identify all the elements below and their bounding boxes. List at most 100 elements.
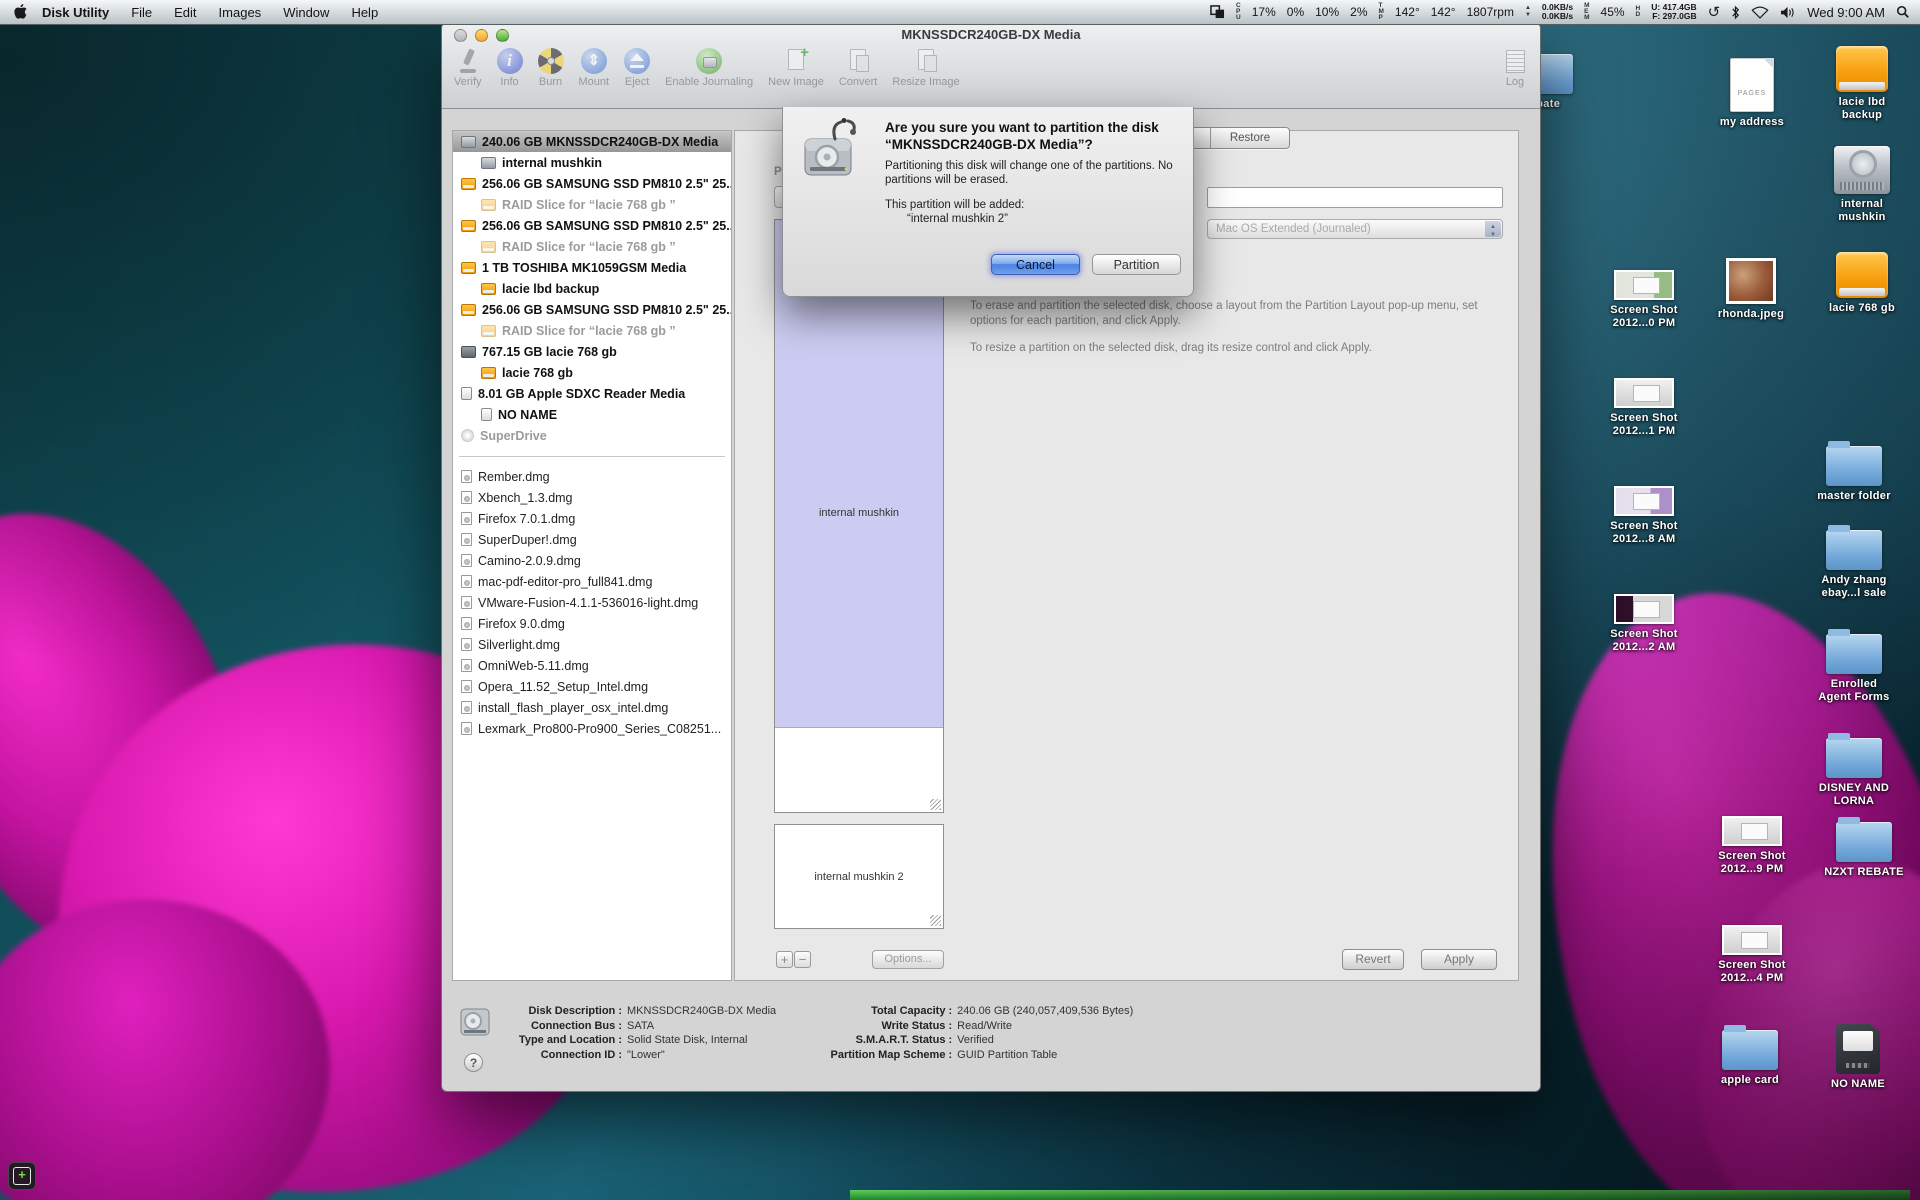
remove-partition-button[interactable]: − bbox=[794, 951, 811, 968]
format-dropdown[interactable]: Mac OS Extended (Journaled) ▲▼ bbox=[1207, 219, 1503, 239]
desktop-icon-screen-shot-2012-9-pm[interactable]: Screen Shot 2012...9 PM bbox=[1707, 816, 1797, 876]
cpu-load[interactable]: 10% bbox=[1315, 5, 1339, 19]
spotlight-icon[interactable] bbox=[1896, 5, 1910, 19]
sidebar-image-firefox-7-0-1-dmg[interactable]: Firefox 7.0.1.dmg bbox=[453, 508, 731, 529]
desktop-icon-disney-and-lorna[interactable]: DISNEY AND LORNA bbox=[1809, 732, 1899, 808]
shot-purple-icon bbox=[1614, 486, 1674, 516]
menu-file[interactable]: File bbox=[131, 5, 152, 20]
desktop-icon-screen-shot-2012-8-am[interactable]: Screen Shot 2012...8 AM bbox=[1599, 486, 1689, 546]
toolbar-eject[interactable]: Eject bbox=[624, 48, 650, 88]
options-button[interactable]: Options... bbox=[872, 950, 944, 969]
menu-clock[interactable]: Wed 9:00 AM bbox=[1807, 5, 1885, 20]
desktop-icon-master-folder[interactable]: master folder bbox=[1809, 440, 1899, 503]
sidebar-item-lacie-lbd-backup[interactable]: lacie lbd backup bbox=[453, 278, 731, 299]
sidebar-item-superdrive[interactable]: SuperDrive bbox=[453, 425, 731, 446]
toolbar-convert[interactable]: Convert bbox=[839, 48, 878, 88]
desktop-icon-lacie-lbd-backup[interactable]: lacie lbd backup bbox=[1817, 46, 1907, 122]
menu-edit[interactable]: Edit bbox=[174, 5, 196, 20]
add-widget-button[interactable]: + bbox=[8, 1162, 36, 1190]
time-machine-icon[interactable]: ↺ bbox=[1708, 3, 1721, 21]
zoom-button[interactable] bbox=[496, 29, 509, 42]
desktop-icon-andy-zhang-ebay-l-sale[interactable]: Andy zhang ebay...l sale bbox=[1809, 524, 1899, 600]
cancel-button[interactable]: Cancel bbox=[991, 254, 1080, 275]
sidebar-image-omniweb-5-11-dmg[interactable]: OmniWeb-5.11.dmg bbox=[453, 655, 731, 676]
memory-used[interactable]: 45% bbox=[1601, 5, 1625, 19]
sidebar-image-silverlight-dmg[interactable]: Silverlight.dmg bbox=[453, 634, 731, 655]
sidebar-item-240-06-gb-mknssdcr240gb-dx-media[interactable]: 240.06 GB MKNSSDCR240GB-DX Media bbox=[453, 131, 731, 152]
sidebar-image-mac-pdf-editor-pro-full841-dmg[interactable]: mac-pdf-editor-pro_full841.dmg bbox=[453, 571, 731, 592]
resize-handle-icon[interactable] bbox=[930, 799, 941, 810]
menu-help[interactable]: Help bbox=[351, 5, 378, 20]
wifi-icon[interactable] bbox=[1751, 6, 1769, 19]
toolbar-info[interactable]: Info bbox=[497, 48, 523, 88]
window-switcher-icon[interactable] bbox=[1210, 5, 1225, 19]
menu-images[interactable]: Images bbox=[219, 5, 262, 20]
sidebar-item-256-06-gb-samsung-ssd-pm810-2-5-25[interactable]: 256.06 GB SAMSUNG SSD PM810 2.5" 25... bbox=[453, 215, 731, 236]
desktop-icon-internal-mushkin[interactable]: internal mushkin bbox=[1817, 146, 1907, 224]
sidebar-item-raid-slice-for-lacie-768-gb[interactable]: RAID Slice for “lacie 768 gb ” bbox=[453, 194, 731, 215]
sidebar-item-internal-mushkin[interactable]: internal mushkin bbox=[453, 152, 731, 173]
sidebar-item-256-06-gb-samsung-ssd-pm810-2-5-25[interactable]: 256.06 GB SAMSUNG SSD PM810 2.5" 25... bbox=[453, 173, 731, 194]
temp-b[interactable]: 142° bbox=[1431, 5, 1456, 19]
sidebar-image-install-flash-player-osx-intel-dmg[interactable]: install_flash_player_osx_intel.dmg bbox=[453, 697, 731, 718]
cpu-sys[interactable]: 0% bbox=[1287, 5, 1304, 19]
desktop-icon-no-name[interactable]: NO NAME bbox=[1813, 1024, 1903, 1091]
desktop-icon-screen-shot-2012-4-pm[interactable]: Screen Shot 2012...4 PM bbox=[1707, 925, 1797, 985]
menu-window[interactable]: Window bbox=[283, 5, 329, 20]
bluetooth-icon[interactable] bbox=[1731, 5, 1740, 20]
desktop-icon-lacie-768-gb[interactable]: lacie 768 gb bbox=[1817, 252, 1907, 315]
desktop-icon-nzxt-rebate[interactable]: NZXT REBATE bbox=[1819, 816, 1909, 879]
apply-button[interactable]: Apply bbox=[1421, 949, 1497, 970]
sidebar-item-767-15-gb-lacie-768-gb[interactable]: 767.15 GB lacie 768 gb bbox=[453, 341, 731, 362]
sidebar-item-raid-slice-for-lacie-768-gb[interactable]: RAID Slice for “lacie 768 gb ” bbox=[453, 320, 731, 341]
partition-box-2[interactable]: internal mushkin 2 bbox=[774, 824, 944, 929]
sidebar-item-256-06-gb-samsung-ssd-pm810-2-5-25[interactable]: 256.06 GB SAMSUNG SSD PM810 2.5" 25... bbox=[453, 299, 731, 320]
apple-menu[interactable] bbox=[14, 4, 28, 20]
sidebar-image-lexmark-pro800-pro900-series-c08251[interactable]: Lexmark_Pro800-Pro900_Series_C08251... bbox=[453, 718, 731, 739]
sidebar-image-rember-dmg[interactable]: Rember.dmg bbox=[453, 466, 731, 487]
cpu-idle[interactable]: 2% bbox=[1350, 5, 1367, 19]
sidebar-image-camino-2-0-9-dmg[interactable]: Camino-2.0.9.dmg bbox=[453, 550, 731, 571]
sidebar-item-1-tb-toshiba-mk1059gsm-media[interactable]: 1 TB TOSHIBA MK1059GSM Media bbox=[453, 257, 731, 278]
sidebar-image-xbench-1-3-dmg[interactable]: Xbench_1.3.dmg bbox=[453, 487, 731, 508]
menu-app-name[interactable]: Disk Utility bbox=[42, 5, 109, 20]
partition-name-field[interactable] bbox=[1207, 187, 1503, 208]
sidebar-item-no-name[interactable]: NO NAME bbox=[453, 404, 731, 425]
toolbar-log[interactable]: Log bbox=[1502, 48, 1528, 88]
sidebar-item-raid-slice-for-lacie-768-gb[interactable]: RAID Slice for “lacie 768 gb ” bbox=[453, 236, 731, 257]
close-button[interactable] bbox=[454, 29, 467, 42]
desktop-icon-enrolled-agent-forms[interactable]: Enrolled Agent Forms bbox=[1809, 628, 1899, 704]
partition-box-1[interactable]: internal mushkin bbox=[774, 219, 944, 813]
desktop-icon-apple-card[interactable]: apple card bbox=[1705, 1024, 1795, 1087]
tab-restore[interactable]: Restore bbox=[1211, 128, 1289, 148]
revert-button[interactable]: Revert bbox=[1342, 949, 1404, 970]
desktop-icon-rhonda-jpeg[interactable]: rhonda.jpeg bbox=[1706, 258, 1796, 321]
network-speeds[interactable]: 0.0KB/s 0.0KB/s bbox=[1542, 3, 1573, 21]
sidebar-image-superduper-dmg[interactable]: SuperDuper!.dmg bbox=[453, 529, 731, 550]
cpu-user[interactable]: 17% bbox=[1252, 5, 1276, 19]
harddisk-usage[interactable]: U: 417.4GB F: 297.0GB bbox=[1651, 3, 1696, 21]
sidebar-image-firefox-9-0-dmg[interactable]: Firefox 9.0.dmg bbox=[453, 613, 731, 634]
toolbar-burn[interactable]: Burn bbox=[538, 48, 564, 88]
desktop-icon-screen-shot-2012-1-pm[interactable]: Screen Shot 2012...1 PM bbox=[1599, 378, 1689, 438]
add-partition-button[interactable]: + bbox=[776, 951, 793, 968]
sidebar-item-8-01-gb-apple-sdxc-reader-media[interactable]: 8.01 GB Apple SDXC Reader Media bbox=[453, 383, 731, 404]
toolbar-mount[interactable]: Mount bbox=[579, 48, 610, 88]
toolbar-journal[interactable]: Enable Journaling bbox=[665, 48, 753, 88]
sidebar-item-lacie-768-gb[interactable]: lacie 768 gb bbox=[453, 362, 731, 383]
toolbar-verify[interactable]: Verify bbox=[454, 48, 482, 88]
desktop-icon-screen-shot-2012-2-am[interactable]: Screen Shot 2012...2 AM bbox=[1599, 594, 1689, 654]
sidebar-image-vmware-fusion-4-1-1-536016-light-dmg[interactable]: VMware-Fusion-4.1.1-536016-light.dmg bbox=[453, 592, 731, 613]
partition-button[interactable]: Partition bbox=[1092, 254, 1181, 275]
fan-rpm[interactable]: 1807rpm bbox=[1467, 5, 1514, 19]
desktop-icon-my-address[interactable]: PAGESmy address bbox=[1707, 58, 1797, 129]
resize-handle-icon[interactable] bbox=[930, 915, 941, 926]
toolbar-resize[interactable]: Resize Image bbox=[892, 48, 959, 88]
temp-a[interactable]: 142° bbox=[1395, 5, 1420, 19]
minimize-button[interactable] bbox=[475, 29, 488, 42]
sidebar-image-opera-11-52-setup-intel-dmg[interactable]: Opera_11.52_Setup_Intel.dmg bbox=[453, 676, 731, 697]
volume-icon[interactable] bbox=[1780, 6, 1796, 19]
toolbar-new-image[interactable]: New Image bbox=[768, 48, 824, 88]
desktop-icon-screen-shot-2012-0-pm[interactable]: Screen Shot 2012...0 PM bbox=[1599, 270, 1689, 330]
help-button[interactable]: ? bbox=[464, 1053, 483, 1072]
